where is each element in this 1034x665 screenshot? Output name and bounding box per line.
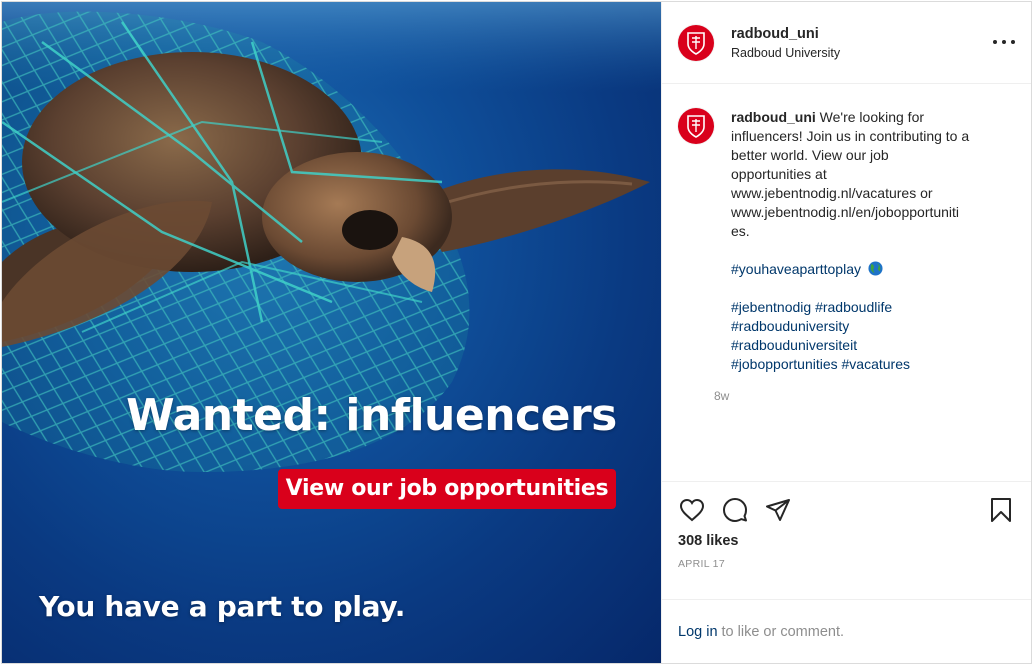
header-text: radboud_uni Radboud University [731, 26, 840, 60]
hashtag-link[interactable]: #radbouduniversity [731, 317, 999, 336]
hashtag-link[interactable]: #jebentnodig #radboudlife [731, 298, 999, 317]
caption-text: radboud_uni We're looking for influencer… [731, 108, 999, 374]
actions-section: 308 likes APRIL 17 [662, 481, 1031, 599]
post-sidebar: radboud_uni Radboud University radboud_u… [661, 2, 1031, 663]
login-prompt: Log in to like or comment. [662, 599, 1031, 663]
login-prompt-text: to like or comment. [721, 623, 845, 640]
caption-timestamp[interactable]: 8w [714, 389, 999, 403]
avatar[interactable] [678, 24, 714, 61]
post-image[interactable]: Wanted: influencers View our job opportu… [2, 2, 661, 663]
more-options-icon[interactable] [993, 32, 1015, 52]
caption-username-link[interactable]: radboud_uni [731, 109, 816, 125]
hashtag-link[interactable]: #jobopportunities #vacatures [731, 355, 999, 374]
image-tagline: You have a part to play. [39, 590, 406, 623]
caption-line: www.jebentnodig.nl/en/jobopportuniti [731, 204, 960, 220]
hashtag-link[interactable]: #youhaveaparttoplay [731, 261, 861, 277]
globe-emoji-icon [868, 261, 883, 276]
profile-username-link[interactable]: radboud_uni [731, 26, 840, 42]
radboud-logo-icon [687, 31, 705, 55]
share-icon[interactable] [764, 496, 792, 524]
caption-line: We're looking for [819, 109, 925, 125]
instagram-post: Wanted: influencers View our job opportu… [1, 1, 1032, 664]
profile-full-name: Radboud University [731, 45, 841, 60]
comment-icon[interactable] [721, 496, 749, 524]
caption-line: es. [731, 223, 750, 239]
job-opportunities-banner: View our job opportunities [278, 469, 616, 509]
heart-icon[interactable] [678, 496, 706, 524]
image-headline: Wanted: influencers [126, 390, 617, 441]
radboud-logo-icon [687, 115, 705, 138]
caption-line: www.jebentnodig.nl/vacatures or [731, 185, 933, 201]
caption-line: better world. View our job [731, 147, 889, 163]
caption-line: influencers! Join us in contributing to … [731, 128, 970, 144]
likes-count[interactable]: 308 likes [678, 533, 738, 549]
post-header: radboud_uni Radboud University [662, 2, 1031, 84]
turtle-in-net-illustration [2, 2, 661, 472]
caption-line: opportunities at [731, 166, 827, 182]
hashtag-link[interactable]: #radbouduniversiteit [731, 336, 999, 355]
login-link[interactable]: Log in [678, 624, 718, 640]
action-bar [678, 496, 807, 524]
caption-section: radboud_uni We're looking for influencer… [662, 84, 1031, 481]
post-date[interactable]: APRIL 17 [678, 558, 725, 570]
bookmark-icon[interactable] [987, 496, 1015, 524]
caption-avatar[interactable] [678, 108, 714, 144]
